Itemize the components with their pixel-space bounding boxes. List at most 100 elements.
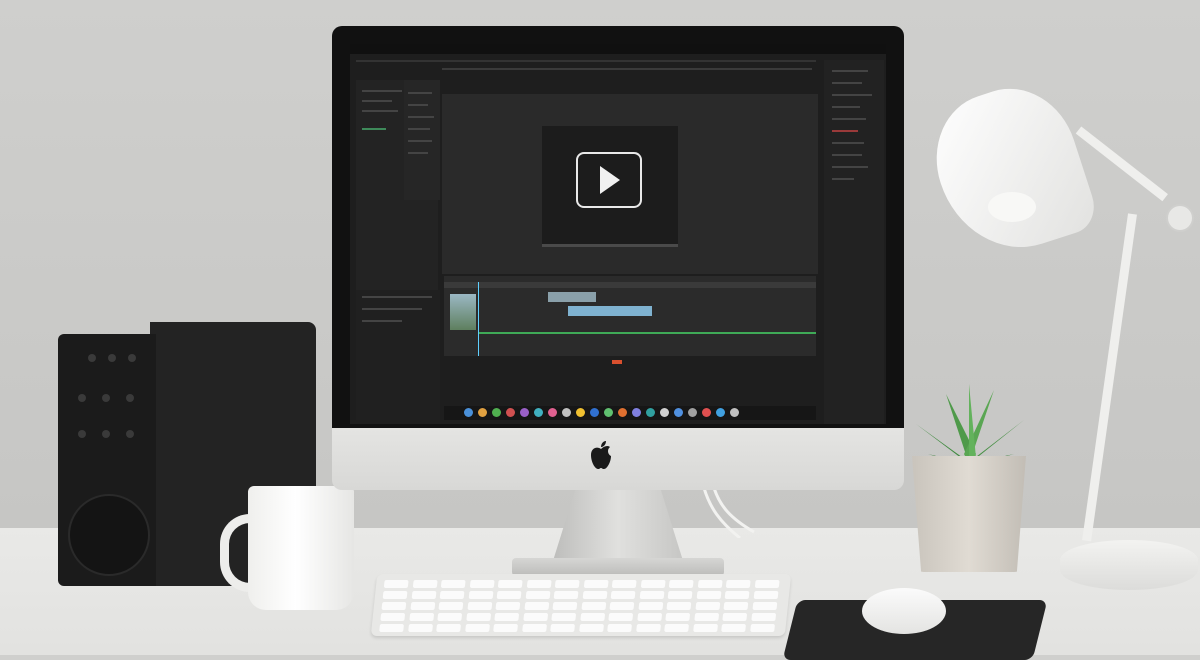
inspector-panel <box>824 60 884 424</box>
mouse <box>862 588 946 634</box>
timeline-ruler <box>444 282 816 288</box>
dock-app-icon[interactable] <box>492 408 501 417</box>
monitor-chin <box>332 428 904 490</box>
coffee-mug <box>220 486 354 612</box>
play-triangle-icon <box>600 166 620 194</box>
dock-app-icon[interactable] <box>730 408 739 417</box>
speaker-front-panel <box>58 334 156 586</box>
keyboard-key <box>553 591 579 599</box>
dock-app-icon[interactable] <box>688 408 697 417</box>
timeline-clip[interactable] <box>548 292 596 302</box>
dock-app-icon[interactable] <box>646 408 655 417</box>
keyboard-key <box>749 624 775 632</box>
inspector-row <box>832 70 868 72</box>
keyboard-key <box>694 602 720 610</box>
keyboard-key <box>583 580 609 588</box>
timeline-clip-thumbnail[interactable] <box>450 294 476 330</box>
keyboard-key <box>439 591 465 599</box>
dock-app-icon[interactable] <box>702 408 711 417</box>
dock-app-icon[interactable] <box>520 408 529 417</box>
keyboard-key <box>667 591 693 599</box>
keyboard-key <box>438 602 464 610</box>
keyboard <box>370 574 792 636</box>
speaker-knob <box>126 394 134 402</box>
keyboard-key <box>554 580 580 588</box>
dock-app-icon[interactable] <box>548 408 557 417</box>
mug-body <box>248 486 354 610</box>
dock-app-icon[interactable] <box>674 408 683 417</box>
keyboard-key <box>465 613 491 621</box>
dock-app-icon[interactable] <box>464 408 473 417</box>
keyboard-key <box>666 602 692 610</box>
keyboard-key <box>380 613 406 621</box>
keyboard-key <box>412 580 438 588</box>
inspector-row <box>832 142 864 144</box>
inspector-row <box>832 94 872 96</box>
keyboard-key <box>407 624 433 632</box>
speaker-knob <box>78 394 86 402</box>
monitor-stand <box>552 488 684 564</box>
monitor-screen <box>350 44 886 424</box>
inspector-row <box>832 118 866 120</box>
keyboard-key <box>668 580 694 588</box>
apple-logo-icon <box>591 441 611 469</box>
audio-panel <box>356 290 440 420</box>
keyboard-key <box>381 602 407 610</box>
speaker-knob <box>102 430 110 438</box>
dock-app-icon[interactable] <box>632 408 641 417</box>
keyboard-key <box>550 624 576 632</box>
playhead[interactable] <box>478 282 479 356</box>
dock-app-icon[interactable] <box>716 408 725 417</box>
panel-row <box>408 92 432 94</box>
keyboard-key <box>607 624 633 632</box>
keyboard-key <box>580 602 606 610</box>
inspector-row <box>832 154 862 156</box>
keyboard-key <box>522 613 548 621</box>
timeline-clip[interactable] <box>568 306 652 316</box>
dock-app-icon[interactable] <box>506 408 515 417</box>
keyboard-key <box>635 624 661 632</box>
speaker-knob <box>108 354 116 362</box>
keyboard-key <box>495 602 521 610</box>
panel-row <box>362 110 398 112</box>
keyboard-key <box>552 602 578 610</box>
keyboard-key <box>637 602 663 610</box>
dock-app-icon[interactable] <box>534 408 543 417</box>
panel-row <box>408 128 430 130</box>
keyboard-key <box>408 613 434 621</box>
record-marker <box>612 360 622 364</box>
keyboard-key <box>722 613 748 621</box>
lamp-pole <box>1082 213 1137 542</box>
dock-app-icon[interactable] <box>660 408 669 417</box>
keyboard-key <box>723 602 749 610</box>
lamp-joint <box>1166 204 1194 232</box>
keyboard-key <box>664 624 690 632</box>
speaker-knob <box>78 430 86 438</box>
speaker-knob <box>102 394 110 402</box>
toolbar <box>356 60 816 62</box>
timeline[interactable] <box>444 276 816 356</box>
dock-app-icon[interactable] <box>478 408 487 417</box>
dock <box>444 406 816 420</box>
keyboard-key <box>469 580 495 588</box>
keyboard-key <box>636 613 662 621</box>
keyboard-key <box>436 624 462 632</box>
keyboard-key <box>754 580 780 588</box>
keyboard-key <box>383 580 409 588</box>
keyboard-key <box>609 602 635 610</box>
dock-app-icon[interactable] <box>562 408 571 417</box>
keyboard-key <box>697 580 723 588</box>
inspector-row <box>832 82 862 84</box>
keyboard-key <box>493 624 519 632</box>
inspector-row <box>832 106 860 108</box>
keyboard-key <box>526 580 552 588</box>
dock-app-icon[interactable] <box>590 408 599 417</box>
keyboard-key <box>496 591 522 599</box>
speaker-knob <box>88 354 96 362</box>
panel-row <box>362 100 392 102</box>
speaker-woofer <box>68 494 150 576</box>
keyboard-key <box>639 591 664 599</box>
dock-app-icon[interactable] <box>618 408 627 417</box>
dock-app-icon[interactable] <box>576 408 585 417</box>
dock-app-icon[interactable] <box>604 408 613 417</box>
